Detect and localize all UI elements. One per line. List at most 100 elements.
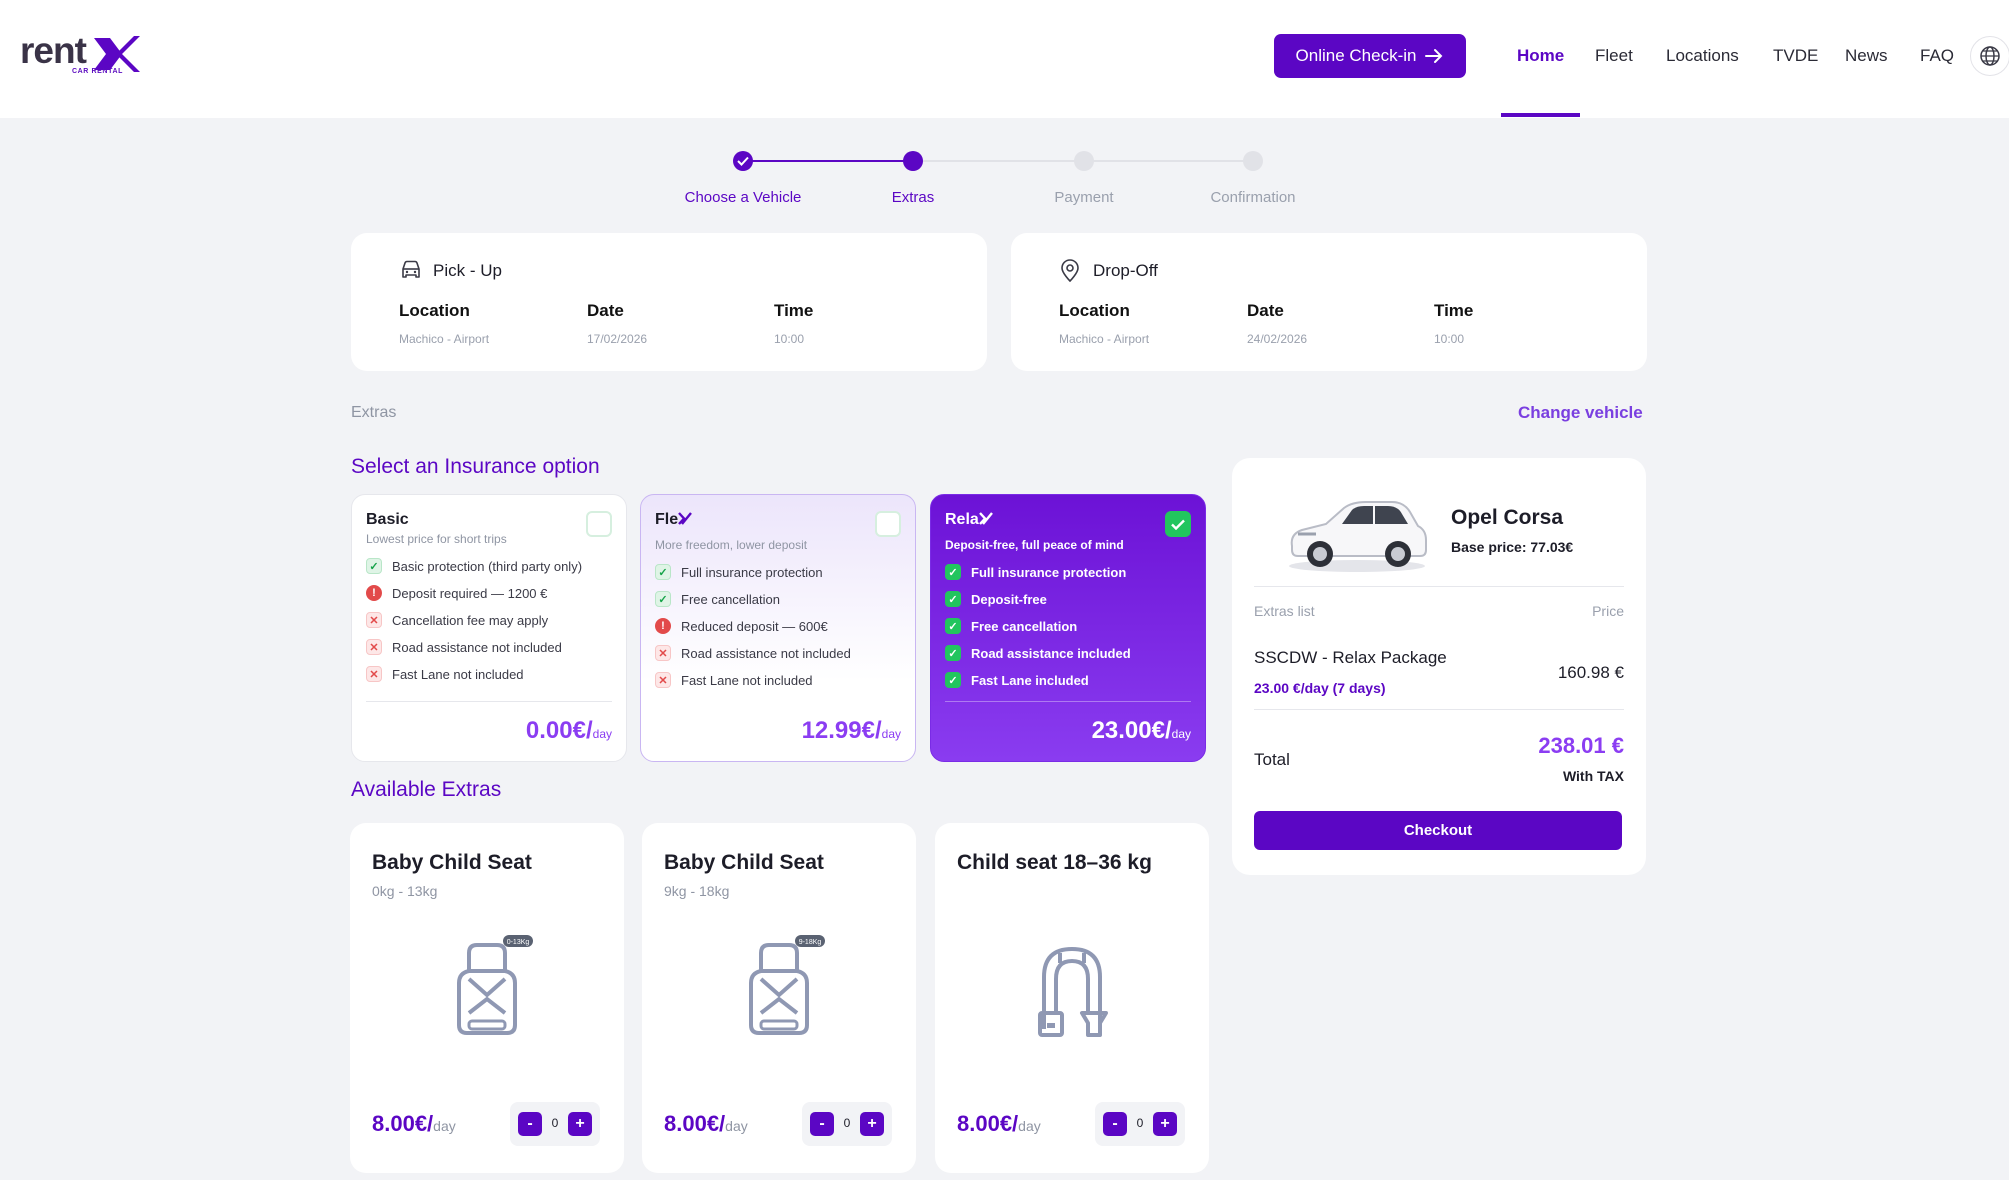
dropoff-date-label: Date xyxy=(1247,301,1284,320)
insurance-checkbox-checked[interactable] xyxy=(1165,511,1191,537)
insurance-name: Fle xyxy=(655,511,693,529)
quantity-stepper: - 0 + xyxy=(1095,1102,1185,1146)
insurance-subtitle: Lowest price for short trips xyxy=(366,532,507,546)
extra-subtitle: 9kg - 18kg xyxy=(664,883,730,899)
pickup-title: Pick - Up xyxy=(433,261,502,280)
insurance-feature: ✕ Cancellation fee may apply xyxy=(366,612,548,628)
extra-title: Child seat 18–36 kg xyxy=(957,851,1152,874)
divider xyxy=(1254,586,1624,587)
cross-icon: ✕ xyxy=(366,666,382,682)
step-label-vehicle[interactable]: Choose a Vehicle xyxy=(685,189,802,206)
pickup-date-value: 17/02/2026 xyxy=(587,332,648,346)
pickup-location-value: Machico - Airport xyxy=(399,332,490,346)
warning-icon: ! xyxy=(366,585,382,601)
extra-price: 8.00€/day xyxy=(664,1111,748,1136)
booster-seat-icon xyxy=(935,933,1209,1043)
extra-price: 8.00€/day xyxy=(957,1111,1041,1136)
nav-locations[interactable]: Locations xyxy=(1666,46,1739,66)
dropoff-location-value: Machico - Airport xyxy=(1059,332,1150,346)
logo[interactable]: rent CAR RENTAL xyxy=(20,30,140,80)
dropoff-location-label: Location xyxy=(1059,301,1130,320)
checkout-button[interactable]: Checkout xyxy=(1254,811,1622,850)
step-pending-dot xyxy=(1074,151,1094,171)
change-vehicle-link[interactable]: Change vehicle xyxy=(1518,403,1643,423)
car-image xyxy=(1289,501,1427,572)
summary-item-price: 160.98 € xyxy=(1557,663,1624,682)
insurance-card-flex[interactable]: Fle More freedom, lower deposit ✓ Full in… xyxy=(640,494,916,762)
insurance-price: 0.00€/day xyxy=(525,717,612,744)
child-seat-icon: 0-13Kg xyxy=(350,933,624,1043)
site-header: rent CAR RENTAL Online Check-in Home Fle… xyxy=(0,0,2009,118)
decrement-button[interactable]: - xyxy=(518,1112,542,1136)
insurance-section-title: Select an Insurance option xyxy=(351,455,600,478)
extras-section-title: Available Extras xyxy=(351,778,502,801)
extra-card: Child seat 18–36 kg 8.00€/day - 0 + xyxy=(935,823,1209,1173)
increment-button[interactable]: + xyxy=(1153,1112,1177,1136)
insurance-feature: ✕ Fast Lane not included xyxy=(366,666,524,682)
step-current-dot xyxy=(903,151,923,171)
nav-tvde[interactable]: TVDE xyxy=(1773,46,1818,66)
price-column-label: Price xyxy=(1592,603,1624,619)
insurance-checkbox[interactable] xyxy=(875,511,901,537)
pickup-card: Pick - Up Location Date Time Machico - A… xyxy=(351,233,987,371)
quantity-stepper: - 0 + xyxy=(802,1102,892,1146)
check-icon: ✓ xyxy=(945,645,961,661)
warning-icon: ! xyxy=(655,618,671,634)
check-icon: ✓ xyxy=(945,564,961,580)
car-name: Opel Corsa xyxy=(1451,506,1564,529)
total-value: 238.01 € xyxy=(1538,733,1624,758)
language-globe-icon[interactable] xyxy=(1970,36,2009,76)
insurance-subtitle: Deposit-free, full peace of mind xyxy=(945,538,1124,552)
pickup-time-value: 10:00 xyxy=(774,332,805,346)
extra-subtitle: 0kg - 13kg xyxy=(372,883,438,899)
total-label: Total xyxy=(1254,750,1290,769)
divider xyxy=(1254,709,1624,710)
cross-icon: ✕ xyxy=(366,639,382,655)
nav-active-indicator xyxy=(1501,113,1580,117)
nav-news[interactable]: News xyxy=(1845,46,1888,66)
decrement-button[interactable]: - xyxy=(1103,1112,1127,1136)
insurance-price: 12.99€/day xyxy=(801,717,901,744)
pickup-location-label: Location xyxy=(399,301,470,320)
step-pending-dot xyxy=(1243,151,1263,171)
child-seat-icon: 9-18Kg xyxy=(642,933,916,1043)
cross-icon: ✕ xyxy=(655,672,671,688)
nav-home[interactable]: Home xyxy=(1517,46,1564,66)
insurance-feature: ✓ Full insurance protection xyxy=(945,564,1126,580)
cross-icon: ✕ xyxy=(655,645,671,661)
pickup-time-label: Time xyxy=(774,301,814,320)
decrement-button[interactable]: - xyxy=(810,1112,834,1136)
extra-price: 8.00€/day xyxy=(372,1111,456,1136)
increment-button[interactable]: + xyxy=(860,1112,884,1136)
insurance-checkbox[interactable] xyxy=(586,511,612,537)
quantity-value: 0 xyxy=(1136,1116,1144,1130)
increment-button[interactable]: + xyxy=(568,1112,592,1136)
quantity-value: 0 xyxy=(843,1116,851,1130)
insurance-feature: ✓ Free cancellation xyxy=(655,591,780,607)
insurance-card-relax[interactable]: Rela Deposit-free, full peace of mind ✓ F… xyxy=(930,494,1206,762)
online-checkin-button[interactable]: Online Check-in xyxy=(1274,34,1466,78)
extra-card: Baby Child Seat 0kg - 13kg 0-13Kg 8.00€/… xyxy=(350,823,624,1173)
step-done-check-icon xyxy=(733,151,753,171)
check-icon: ✓ xyxy=(945,618,961,634)
insurance-feature: ✕ Road assistance not included xyxy=(366,639,562,655)
summary-item-detail: 23.00 €/day (7 days) xyxy=(1254,680,1386,696)
nav-fleet[interactable]: Fleet xyxy=(1595,46,1633,66)
insurance-price: 23.00€/day xyxy=(1091,717,1191,744)
quantity-value: 0 xyxy=(551,1116,559,1130)
check-icon: ✓ xyxy=(945,591,961,607)
summary-item-name: SSCDW - Relax Package xyxy=(1254,648,1447,667)
step-label-confirmation: Confirmation xyxy=(1210,189,1296,206)
car-base-price: Base price: 77.03€ xyxy=(1451,539,1574,555)
svg-text:9-18Kg: 9-18Kg xyxy=(799,939,822,946)
dropoff-date-value: 24/02/2026 xyxy=(1247,332,1308,346)
insurance-card-basic[interactable]: Basic Lowest price for short trips ✓ Basi… xyxy=(351,494,627,762)
dropoff-card: Drop-Off Location Date Time Machico - Ai… xyxy=(1011,233,1647,371)
insurance-name: Basic xyxy=(366,511,409,528)
check-icon: ✓ xyxy=(366,558,382,574)
cross-icon: ✕ xyxy=(366,612,382,628)
extra-title: Baby Child Seat xyxy=(372,851,532,874)
insurance-feature: ✕ Fast Lane not included xyxy=(655,672,813,688)
insurance-feature: ✓ Free cancellation xyxy=(945,618,1077,634)
nav-faq[interactable]: FAQ xyxy=(1920,46,1954,66)
